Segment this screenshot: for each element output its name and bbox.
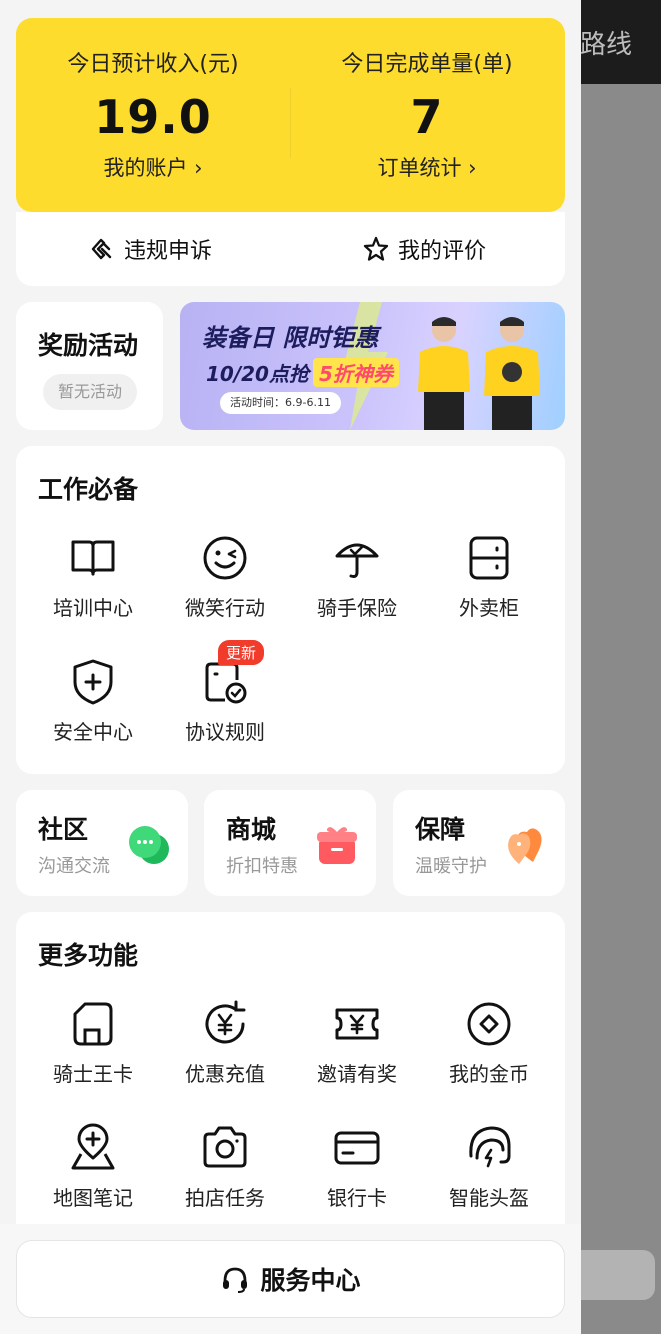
shield-plus-icon [73,659,113,705]
sim-card-icon [73,1002,113,1046]
appeal-button[interactable]: 违规申诉 [88,212,212,286]
community-card[interactable]: 社区 沟通交流 [16,790,188,896]
promo-banner[interactable]: 装备日 限时钜惠 10/20点抢 5折神券 活动时间：6.9-6.11 [180,302,565,430]
model-figure-front [418,317,470,430]
community-subtitle: 沟通交流 [38,856,110,877]
map-notes-label: 地图笔记 [53,1186,133,1210]
order-stats-link[interactable]: 订单统计 › [290,152,564,182]
orders-block[interactable]: 今日完成单量(单) 7 订单统计 › [290,18,564,212]
banner-headline: 装备日 限时钜惠 [202,324,379,352]
income-label: 今日预计收入(元) [67,52,239,77]
banner-time: 活动时间：6.9-6.11 [220,392,341,414]
cabinet-icon [469,536,509,580]
helmet-icon [469,1126,511,1168]
knight-card-item[interactable]: 骑士王卡 [26,998,160,1087]
reward-title: 奖励活动 [38,331,139,360]
quick-actions-row: 违规申诉 我的评价 [16,212,565,286]
store-photo-task-item[interactable]: 拍店任务 [158,1122,292,1211]
headset-icon [223,1267,248,1293]
banner-subline-b: 5折神券 [312,358,399,387]
store-photo-task-label: 拍店任务 [185,1186,265,1210]
camera-icon [203,1126,247,1168]
training-center-label: 培训中心 [53,596,133,620]
bank-card-icon [334,1131,380,1165]
discount-recharge-label: 优惠充值 [185,1062,265,1086]
book-icon [71,540,115,576]
work-essentials-title: 工作必备 [38,475,139,504]
appeal-icon [91,238,112,260]
gift-box-icon [317,827,357,864]
map-notes-item[interactable]: 地图笔记 [26,1122,160,1211]
protection-card[interactable]: 保障 温暖守护 [393,790,565,896]
work-essentials-section: 工作必备 培训中心 微笑行动 骑手保险 外卖柜 安全中心 协议规则 [16,446,565,774]
background-route-label: 路线 [580,30,633,60]
smile-action-item[interactable]: 微笑行动 [158,532,292,621]
training-center-item[interactable]: 培训中心 [26,532,160,621]
new-badge: 更新 [218,640,265,665]
banner-subline-a: 10/20点抢 [206,362,309,386]
yen-refresh-icon [205,1000,246,1044]
agreement-rules-item[interactable]: 协议规则 [158,656,292,745]
more-functions-section: 更多功能 骑士王卡 优惠充值 邀请有奖 我的金币 地图笔记 拍店任务 银行卡 智… [16,912,565,1242]
rider-insurance-item[interactable]: 骑手保险 [290,532,424,621]
smile-action-label: 微笑行动 [185,596,265,620]
mall-subtitle: 折扣特惠 [226,856,298,877]
smart-helmet-label: 智能头盔 [449,1186,529,1210]
model-figure-back [484,317,540,430]
umbrella-icon [335,543,379,578]
smart-helmet-item[interactable]: 智能头盔 [422,1122,556,1211]
appeal-label: 违规申诉 [124,239,213,264]
banner-subline: 10/20点抢 5折神券 [206,358,399,387]
mall-title: 商城 [226,815,277,844]
heart-hands-icon [508,828,542,864]
protection-title: 保障 [415,815,466,844]
food-cabinet-item[interactable]: 外卖柜 [422,532,556,621]
reward-card[interactable]: 奖励活动 暂无活动 [16,302,163,430]
star-icon [363,236,389,261]
my-coins-item[interactable]: 我的金币 [422,998,556,1087]
invite-reward-label: 邀请有奖 [317,1062,397,1086]
discount-recharge-item[interactable]: 优惠充值 [158,998,292,1087]
invite-reward-item[interactable]: 邀请有奖 [290,998,424,1087]
my-rating-button[interactable]: 我的评价 [362,212,486,286]
more-functions-title: 更多功能 [38,941,139,970]
rider-insurance-label: 骑手保险 [317,596,397,620]
coin-icon [467,1002,511,1046]
rating-label: 我的评价 [398,239,487,264]
safety-center-label: 安全中心 [53,720,133,744]
mall-card[interactable]: 商城 折扣特惠 [204,790,376,896]
chat-bubbles-icon [129,826,169,864]
earnings-card: 今日预计收入(元) 19.0 我的账户 › 今日完成单量(单) 7 订单统计 › [16,18,565,212]
my-coins-label: 我的金币 [449,1062,529,1086]
orders-value: 7 [410,90,444,144]
service-center-button[interactable]: 服务中心 [16,1240,565,1318]
my-account-link[interactable]: 我的账户 › [16,152,290,182]
agreement-rules-label: 协议规则 [185,720,265,744]
safety-center-item[interactable]: 安全中心 [26,656,160,745]
income-value: 19.0 [94,90,212,144]
yen-ticket-icon [335,1008,379,1040]
community-title: 社区 [38,815,89,844]
orders-label: 今日完成单量(单) [341,52,513,77]
knight-card-label: 骑士王卡 [53,1062,133,1086]
service-center-label: 服务中心 [260,1266,361,1295]
protection-subtitle: 温暖守护 [415,856,487,877]
income-block[interactable]: 今日预计收入(元) 19.0 我的账户 › [16,18,290,212]
side-drawer: 今日预计收入(元) 19.0 我的账户 › 今日完成单量(单) 7 订单统计 ›… [0,0,581,1334]
reward-status-pill: 暂无活动 [43,374,137,410]
bank-card-label: 银行卡 [327,1186,387,1210]
smile-icon [203,536,247,580]
bank-card-item[interactable]: 银行卡 [290,1122,424,1211]
map-pin-plus-icon [71,1123,115,1170]
food-cabinet-label: 外卖柜 [459,596,519,620]
